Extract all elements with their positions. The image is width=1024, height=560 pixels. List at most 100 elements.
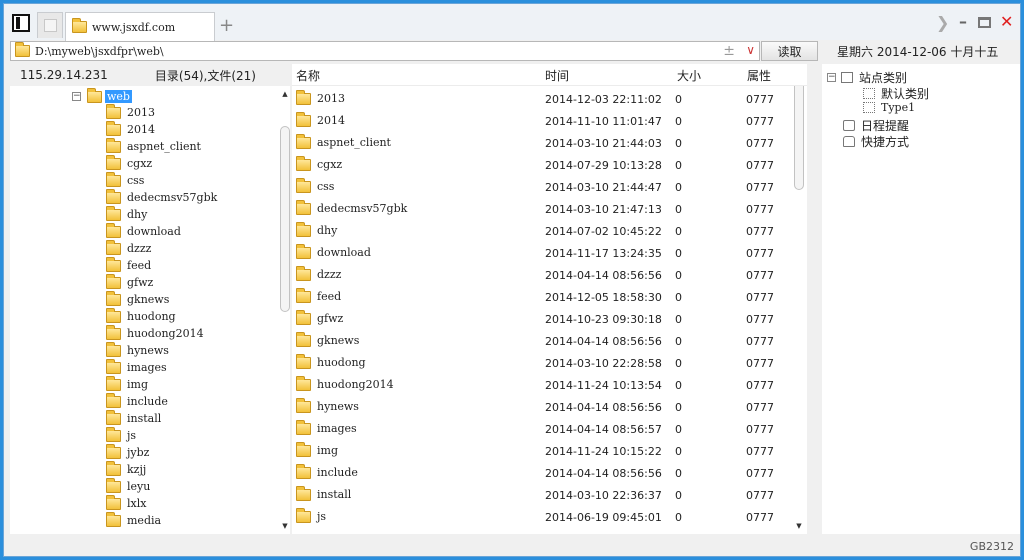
table-row[interactable]: 2013 2014-12-03 22:11:02 0 0777 [292,88,792,110]
tree-item-label: hynews [127,344,169,357]
right-panel: − 站点类别 默认类别 Type1 日程提醒 快捷方式 [822,64,1020,534]
tree-item[interactable]: gfwz [106,273,217,291]
tree-item[interactable]: feed [106,256,217,274]
table-row[interactable]: install 2014-03-10 22:36:37 0 0777 [292,484,792,506]
scroll-up-icon[interactable]: ▲ [278,90,290,98]
tree-item[interactable]: dzzz [106,239,217,257]
tree-item[interactable]: leyu [106,477,217,495]
file-size: 0 [675,335,682,348]
column-size[interactable]: 大小 [677,67,701,84]
file-attr: 0777 [746,159,774,172]
scroll-thumb[interactable] [794,86,804,190]
tree-scrollbar[interactable]: ▲ ▼ [278,86,290,534]
new-tab-button[interactable]: + [219,17,234,35]
tree-item-label: dzzz [127,242,152,255]
add-bookmark-icon[interactable]: ± [723,43,735,59]
table-row[interactable]: images 2014-04-14 08:56:57 0 0777 [292,418,792,440]
tree-item-label: gfwz [127,276,154,289]
scroll-thumb[interactable] [280,126,290,312]
tree-item[interactable]: huodong [106,307,217,325]
file-list[interactable]: 2013 2014-12-03 22:11:02 0 0777 2014 2014-11-… [292,86,807,534]
app-window: www.jsxdf.com + ❯ – ✕ D:\myweb\jsxdfpr\w… [3,3,1021,557]
folder-icon [106,256,121,272]
tree-item[interactable]: images [106,358,217,376]
table-row[interactable]: include 2014-04-14 08:56:56 0 0777 [292,462,792,484]
collapse-icon[interactable]: − [827,73,836,82]
tree-item[interactable]: download [106,222,217,240]
table-row[interactable]: feed 2014-12-05 18:58:30 0 0777 [292,286,792,308]
tree-item[interactable]: huodong2014 [106,324,217,342]
read-button[interactable]: 读取 [761,41,818,61]
collapse-icon[interactable]: − [72,92,81,101]
tree-item[interactable]: dhy [106,205,217,223]
site-category-node[interactable]: − 站点类别 [827,69,907,86]
tab-blank[interactable] [37,12,63,38]
type1-node[interactable]: Type1 [863,101,915,114]
table-row[interactable]: huodong2014 2014-11-24 10:13:54 0 0777 [292,374,792,396]
folder-icon [15,42,30,57]
hand-icon [843,136,855,147]
table-row[interactable]: aspnet_client 2014-03-10 21:44:03 0 0777 [292,132,792,154]
table-row[interactable]: img 2014-11-24 10:15:22 0 0777 [292,440,792,462]
tree-item[interactable]: 2014 [106,120,217,138]
tree-item[interactable]: lxlx [106,494,217,512]
tree-item[interactable]: cgxz [106,154,217,172]
default-category-node[interactable]: 默认类别 [863,85,929,102]
table-row[interactable]: dhy 2014-07-02 10:45:22 0 0777 [292,220,792,242]
table-row[interactable]: gfwz 2014-10-23 09:30:18 0 0777 [292,308,792,330]
tree-item[interactable]: 2013 [106,103,217,121]
maximize-button[interactable] [978,17,991,28]
table-row[interactable]: 2014 2014-11-10 11:01:47 0 0777 [292,110,792,132]
toggle-panel-icon[interactable] [12,14,30,32]
schedule-node[interactable]: 日程提醒 [843,117,909,134]
tree-item[interactable]: jybz [106,443,217,461]
tree-item[interactable]: media [106,511,217,529]
column-name[interactable]: 名称 [296,67,320,84]
table-row[interactable]: huodong 2014-03-10 22:28:58 0 0777 [292,352,792,374]
encoding-label[interactable]: GB2312 [970,540,1014,553]
folder-icon [296,441,311,457]
schedule-label: 日程提醒 [861,119,910,133]
tree-item[interactable]: img [106,375,217,393]
chevron-right-icon[interactable]: ❯ [936,13,949,32]
tree-item[interactable]: aspnet_client [106,137,217,155]
tree-item-label: jybz [127,446,150,459]
file-name-cell: js [296,507,326,523]
tree-item[interactable]: install [106,409,217,427]
tree-item[interactable]: dedecmsv57gbk [106,188,217,206]
table-row[interactable]: hynews 2014-04-14 08:56:56 0 0777 [292,396,792,418]
table-row[interactable]: cgxz 2014-07-29 10:13:28 0 0777 [292,154,792,176]
tree-item[interactable]: gknews [106,290,217,308]
column-time[interactable]: 时间 [545,67,569,84]
folder-tree[interactable]: − web 2013 2014 aspnet_client cgxz css dedecm… [10,86,290,534]
scroll-down-icon[interactable]: ▼ [278,522,290,530]
table-row[interactable]: js 2014-06-19 09:45:01 0 0777 [292,506,792,528]
file-time: 2014-03-10 21:44:03 [545,137,662,150]
tab-active[interactable]: www.jsxdf.com [65,12,215,41]
table-row[interactable]: gknews 2014-04-14 08:56:56 0 0777 [292,330,792,352]
tree-item-label: install [127,412,162,425]
file-name-cell: css [296,177,334,193]
table-row[interactable]: dedecmsv57gbk 2014-03-10 21:47:13 0 0777 [292,198,792,220]
tree-item[interactable]: hynews [106,341,217,359]
tree-item[interactable]: js [106,426,217,444]
file-name-cell: gknews [296,331,359,347]
folder-icon [106,392,121,408]
tree-item[interactable]: css [106,171,217,189]
file-name: img [317,444,338,457]
address-bar[interactable]: D:\myweb\jsxdfpr\web\ ± ∨ [10,41,760,61]
table-row[interactable]: css 2014-03-10 21:44:47 0 0777 [292,176,792,198]
list-scrollbar[interactable]: ▲ ▼ [792,86,806,534]
column-attr[interactable]: 属性 [747,67,771,84]
table-row[interactable]: dzzz 2014-04-14 08:56:56 0 0777 [292,264,792,286]
scroll-down-icon[interactable]: ▼ [792,522,806,530]
minimize-button[interactable]: – [959,12,967,31]
file-name: huodong2014 [317,378,394,391]
chevron-down-icon[interactable]: ∨ [746,43,755,57]
close-button[interactable]: ✕ [1000,12,1013,31]
tree-root[interactable]: − web [72,87,132,105]
table-row[interactable]: download 2014-11-17 13:24:35 0 0777 [292,242,792,264]
tree-item[interactable]: kzjj [106,460,217,478]
shortcuts-node[interactable]: 快捷方式 [843,133,909,150]
tree-item[interactable]: include [106,392,217,410]
